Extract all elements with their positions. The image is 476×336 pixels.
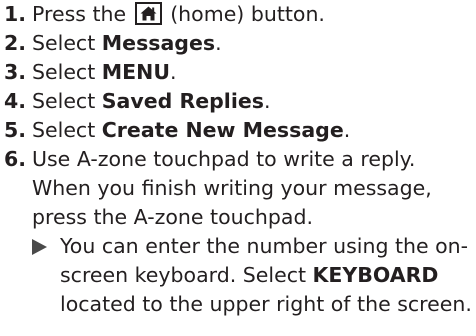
step-target: Saved Replies (101, 89, 264, 113)
step-number: 5. (4, 118, 27, 142)
step-target: Messages (101, 31, 216, 55)
step-1: 1. Press the (home) button. (4, 0, 474, 29)
step-2: 2. Select Messages. (4, 29, 474, 58)
step-text: Press the (32, 2, 127, 26)
step-6: 6. Use A-zone touchpad to write a reply.… (4, 145, 474, 232)
step-number: 6. (4, 147, 27, 171)
step-text-suffix: . (215, 31, 222, 55)
step-text-suffix: (home) button. (170, 2, 325, 26)
step-number: 4. (4, 89, 27, 113)
step-number: 3. (4, 60, 27, 84)
step-target: Create New Message (101, 118, 344, 142)
note-line: located to the upper right of the screen… (60, 292, 472, 316)
step-number: 1. (4, 2, 27, 26)
step-4: 4. Select Saved Replies. (4, 87, 474, 116)
note: You can enter the number using the on- s… (4, 232, 474, 319)
step-text: Select (32, 89, 102, 113)
note-line: You can enter the number using the on- (60, 234, 469, 258)
step-target: MENU (101, 60, 170, 84)
step-text-suffix: . (263, 89, 271, 113)
step-text: Select (32, 31, 102, 55)
instruction-list: 1. Press the (home) button. 2. Select Me… (4, 0, 474, 319)
home-icon (134, 2, 162, 25)
step-line: press the A-zone touchpad. (32, 205, 313, 229)
triangle-pointer-icon (32, 239, 47, 255)
step-line: Use A-zone touchpad to write a reply. (32, 147, 416, 171)
step-5: 5. Select Create New Message. (4, 116, 474, 145)
note-line: screen keyboard. Select KEYBOARD (60, 261, 474, 290)
note-target: KEYBOARD (312, 263, 439, 287)
step-number: 2. (4, 31, 27, 55)
step-line: When you finish writing your message, (32, 176, 432, 200)
step-text: Select (32, 118, 102, 142)
step-text-suffix: . (343, 118, 351, 142)
step-text-suffix: . (169, 60, 177, 84)
step-text: Select (32, 60, 102, 84)
step-3: 3. Select MENU. (4, 58, 474, 87)
note-text: screen keyboard. Select (60, 263, 313, 287)
